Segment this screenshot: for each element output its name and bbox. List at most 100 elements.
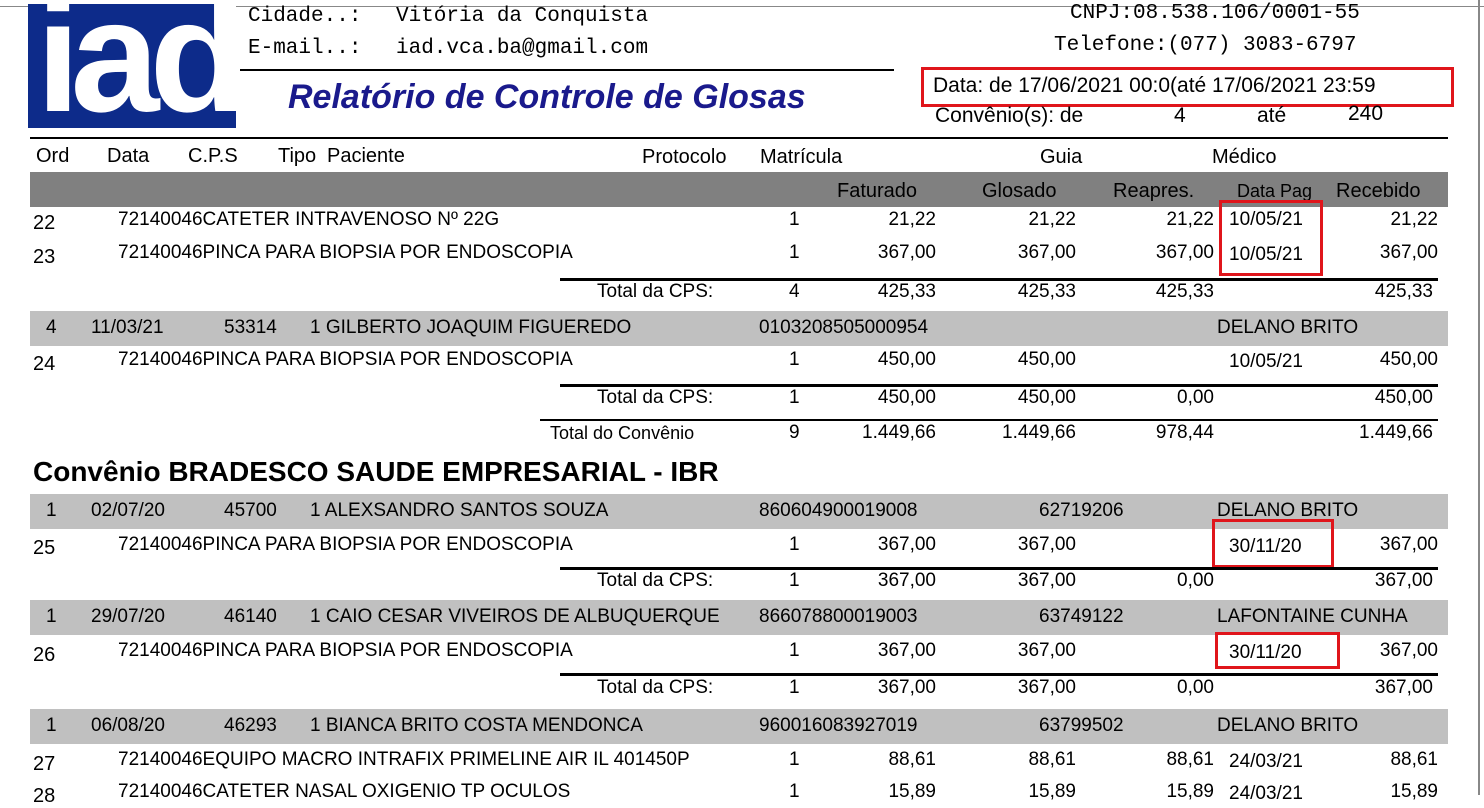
date-range-highlight	[921, 67, 1454, 107]
data-pag-highlight	[1215, 632, 1340, 669]
convenio-ate: até	[1257, 104, 1287, 127]
group-guia: 62719206	[1039, 500, 1124, 521]
item-qty: 1	[789, 640, 800, 661]
total-label: Total da CPS:	[597, 281, 714, 302]
item-glosado: 367,00	[1017, 242, 1076, 263]
item-data-pag: 24/03/21	[1229, 751, 1303, 772]
convenio-from: 4	[1174, 104, 1186, 127]
group-paciente: 1 GILBERTO JOAQUIM FIGUEREDO	[310, 317, 632, 338]
item-description: 72140046PINCA PARA BIOPSIA POR ENDOSCOPI…	[118, 242, 573, 263]
col-data: Data	[107, 145, 150, 167]
item-recebido: 15,89	[1390, 781, 1438, 802]
total-glosado: 367,00	[1017, 677, 1076, 698]
item-ord: 22	[33, 212, 56, 234]
item-qty: 1	[789, 534, 800, 555]
item-reapres: 88,61	[1166, 749, 1214, 770]
item-faturado: 367,00	[877, 534, 936, 555]
group-protocolo: 860604900019008	[759, 500, 918, 521]
group-protocolo: 0103208505000954	[759, 317, 929, 338]
total-faturado: 367,00	[877, 677, 936, 698]
item-description: 72140046CATETER INTRAVENOSO Nº 22G	[118, 209, 500, 230]
group-ord: 1	[46, 500, 57, 521]
col-data-pag: Data Pag	[1237, 181, 1313, 201]
group-cps: 45700	[224, 500, 277, 521]
total-line	[560, 673, 1438, 676]
data-pag-highlight	[1212, 519, 1334, 568]
group-data: 02/07/20	[91, 500, 165, 521]
convenio-title: Convênio BRADESCO SAUDE EMPRESARIAL - IB…	[33, 456, 719, 487]
company-logo: iad	[28, 4, 236, 128]
item-qty: 1	[789, 781, 800, 802]
item-qty: 1	[789, 749, 800, 770]
col-tipo: Tipo	[278, 145, 317, 167]
total-reapres: 0,00	[1177, 570, 1214, 591]
group-data: 11/03/21	[91, 317, 164, 338]
group-medico: LAFONTAINE CUNHA	[1217, 606, 1408, 627]
group-ord: 1	[46, 606, 57, 627]
item-ord: 28	[33, 785, 56, 807]
item-glosado: 21,22	[1028, 209, 1076, 230]
total-reapres: 0,00	[1177, 677, 1214, 698]
cidade-value: Vitória da Conquista	[396, 5, 649, 28]
col-faturado: Faturado	[837, 180, 918, 202]
item-description: 72140046CATETER NASAL OXIGENIO TP OCULOS	[118, 781, 571, 802]
item-reapres: 367,00	[1155, 242, 1214, 263]
item-glosado: 450,00	[1017, 349, 1076, 370]
convenio-label: Convênio(s): de	[935, 104, 1084, 127]
header-divider	[240, 69, 894, 71]
item-recebido: 367,00	[1379, 534, 1438, 555]
total-convenio-faturado: 1.449,66	[862, 422, 936, 443]
total-glosado: 367,00	[1017, 570, 1076, 591]
total-convenio-line	[540, 419, 1438, 421]
item-data-pag: 24/03/21	[1229, 783, 1303, 804]
group-data: 29/07/20	[91, 606, 165, 627]
data-pag-highlight	[1219, 200, 1323, 276]
group-cps: 46293	[224, 715, 277, 736]
item-ord: 25	[33, 537, 56, 559]
cnpj-text: CNPJ:08.538.106/0001-55	[1070, 2, 1360, 25]
group-paciente: 1 CAIO CESAR VIVEIROS DE ALBUQUERQUE	[310, 606, 720, 627]
group-cps: 53314	[224, 317, 277, 338]
item-ord: 23	[33, 246, 56, 268]
total-faturado: 367,00	[877, 570, 936, 591]
total-convenio-label: Total do Convênio	[550, 423, 695, 443]
total-qty: 1	[789, 570, 800, 591]
email-label: E-mail..:	[248, 37, 362, 60]
item-data-pag: 10/05/21	[1229, 351, 1303, 372]
item-glosado: 367,00	[1017, 534, 1076, 555]
item-ord: 24	[33, 353, 56, 375]
item-reapres: 15,89	[1166, 781, 1214, 802]
item-glosado: 88,61	[1028, 749, 1076, 770]
item-faturado: 15,89	[888, 781, 936, 802]
email-value: iad.vca.ba@gmail.com	[396, 37, 649, 60]
group-protocolo: 960016083927019	[759, 715, 918, 736]
logo-text: iad	[36, 4, 236, 128]
group-paciente: 1 BIANCA BRITO COSTA MENDONCA	[310, 715, 643, 736]
group-guia: 63749122	[1039, 606, 1124, 627]
total-convenio-reapres: 978,44	[1155, 422, 1214, 443]
col-recebido: Recebido	[1336, 180, 1421, 202]
total-label: Total da CPS:	[597, 387, 714, 408]
group-data: 06/08/20	[91, 715, 165, 736]
col-paciente: Paciente	[327, 145, 405, 167]
col-reapres: Reapres.	[1113, 180, 1195, 202]
item-recebido: 88,61	[1390, 749, 1438, 770]
total-reapres: 0,00	[1177, 387, 1214, 408]
item-ord: 27	[33, 753, 56, 775]
window-right-border	[1478, 0, 1480, 795]
report-title: Relatório de Controle de Glosas	[288, 78, 806, 116]
total-faturado: 450,00	[877, 387, 936, 408]
item-description: 72140046PINCA PARA BIOPSIA POR ENDOSCOPI…	[118, 640, 573, 661]
group-guia: 63799502	[1039, 715, 1124, 736]
item-glosado: 367,00	[1017, 640, 1076, 661]
item-qty: 1	[789, 349, 800, 370]
total-glosado: 425,33	[1017, 281, 1076, 302]
item-ord: 26	[33, 644, 56, 666]
item-faturado: 88,61	[888, 749, 936, 770]
total-recebido: 450,00	[1374, 387, 1433, 408]
group-medico: DELANO BRITO	[1217, 317, 1359, 338]
total-convenio-qty: 9	[789, 422, 800, 443]
group-paciente: 1 ALEXSANDRO SANTOS SOUZA	[310, 500, 609, 521]
item-qty: 1	[789, 209, 800, 230]
total-qty: 1	[789, 677, 800, 698]
